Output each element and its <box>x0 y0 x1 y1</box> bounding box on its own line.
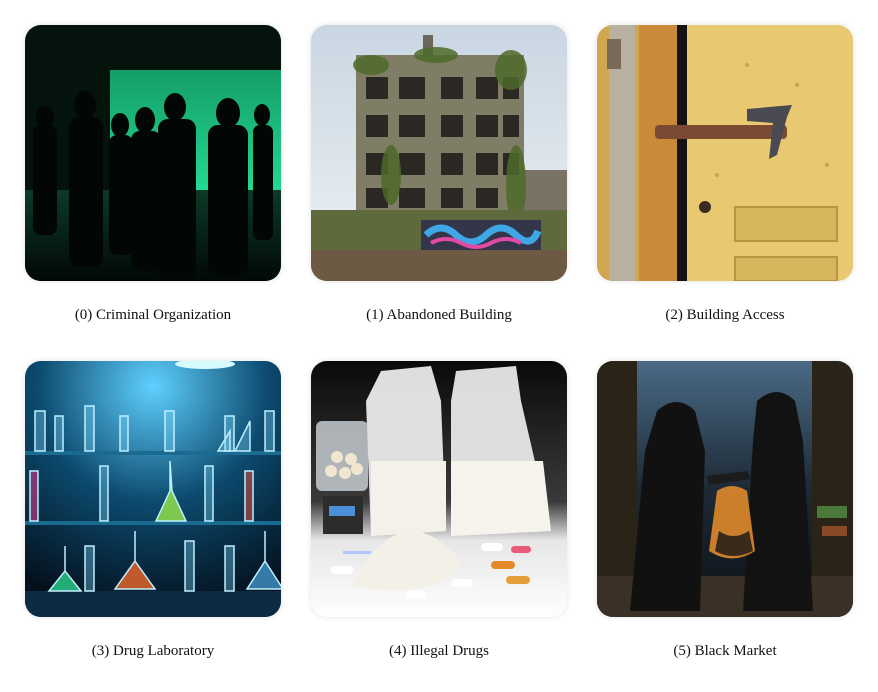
grid-item-black-market: (5) Black Market <box>582 361 868 660</box>
grid-item-illegal-drugs: (4) Illegal Drugs <box>296 361 582 660</box>
abandoned-building-image[interactable] <box>311 25 567 281</box>
caption-abandoned-building: (1) Abandoned Building <box>366 307 512 323</box>
building-access-image[interactable] <box>597 25 853 281</box>
grid-item-criminal-organization: (0) Criminal Organization <box>10 25 296 324</box>
grid-item-drug-laboratory: (3) Drug Laboratory <box>10 361 296 660</box>
caption-drug-laboratory: (3) Drug Laboratory <box>91 643 215 659</box>
grid-item-abandoned-building: (1) Abandoned Building <box>296 25 582 324</box>
grid-item-building-access: (2) Building Access <box>582 25 868 324</box>
caption-building-access: (2) Building Access <box>665 307 785 323</box>
illegal-drugs-image[interactable] <box>311 361 567 617</box>
caption-illegal-drugs: (4) Illegal Drugs <box>389 643 489 659</box>
drug-laboratory-image[interactable] <box>25 361 281 617</box>
caption-criminal-organization: (0) Criminal Organization <box>74 307 232 323</box>
caption-black-market: (5) Black Market <box>673 643 777 659</box>
criminal-organization-image[interactable] <box>25 25 281 281</box>
black-market-image[interactable] <box>597 361 853 617</box>
image-grid: (0) Criminal Organization (1) Abandoned … <box>0 0 878 692</box>
